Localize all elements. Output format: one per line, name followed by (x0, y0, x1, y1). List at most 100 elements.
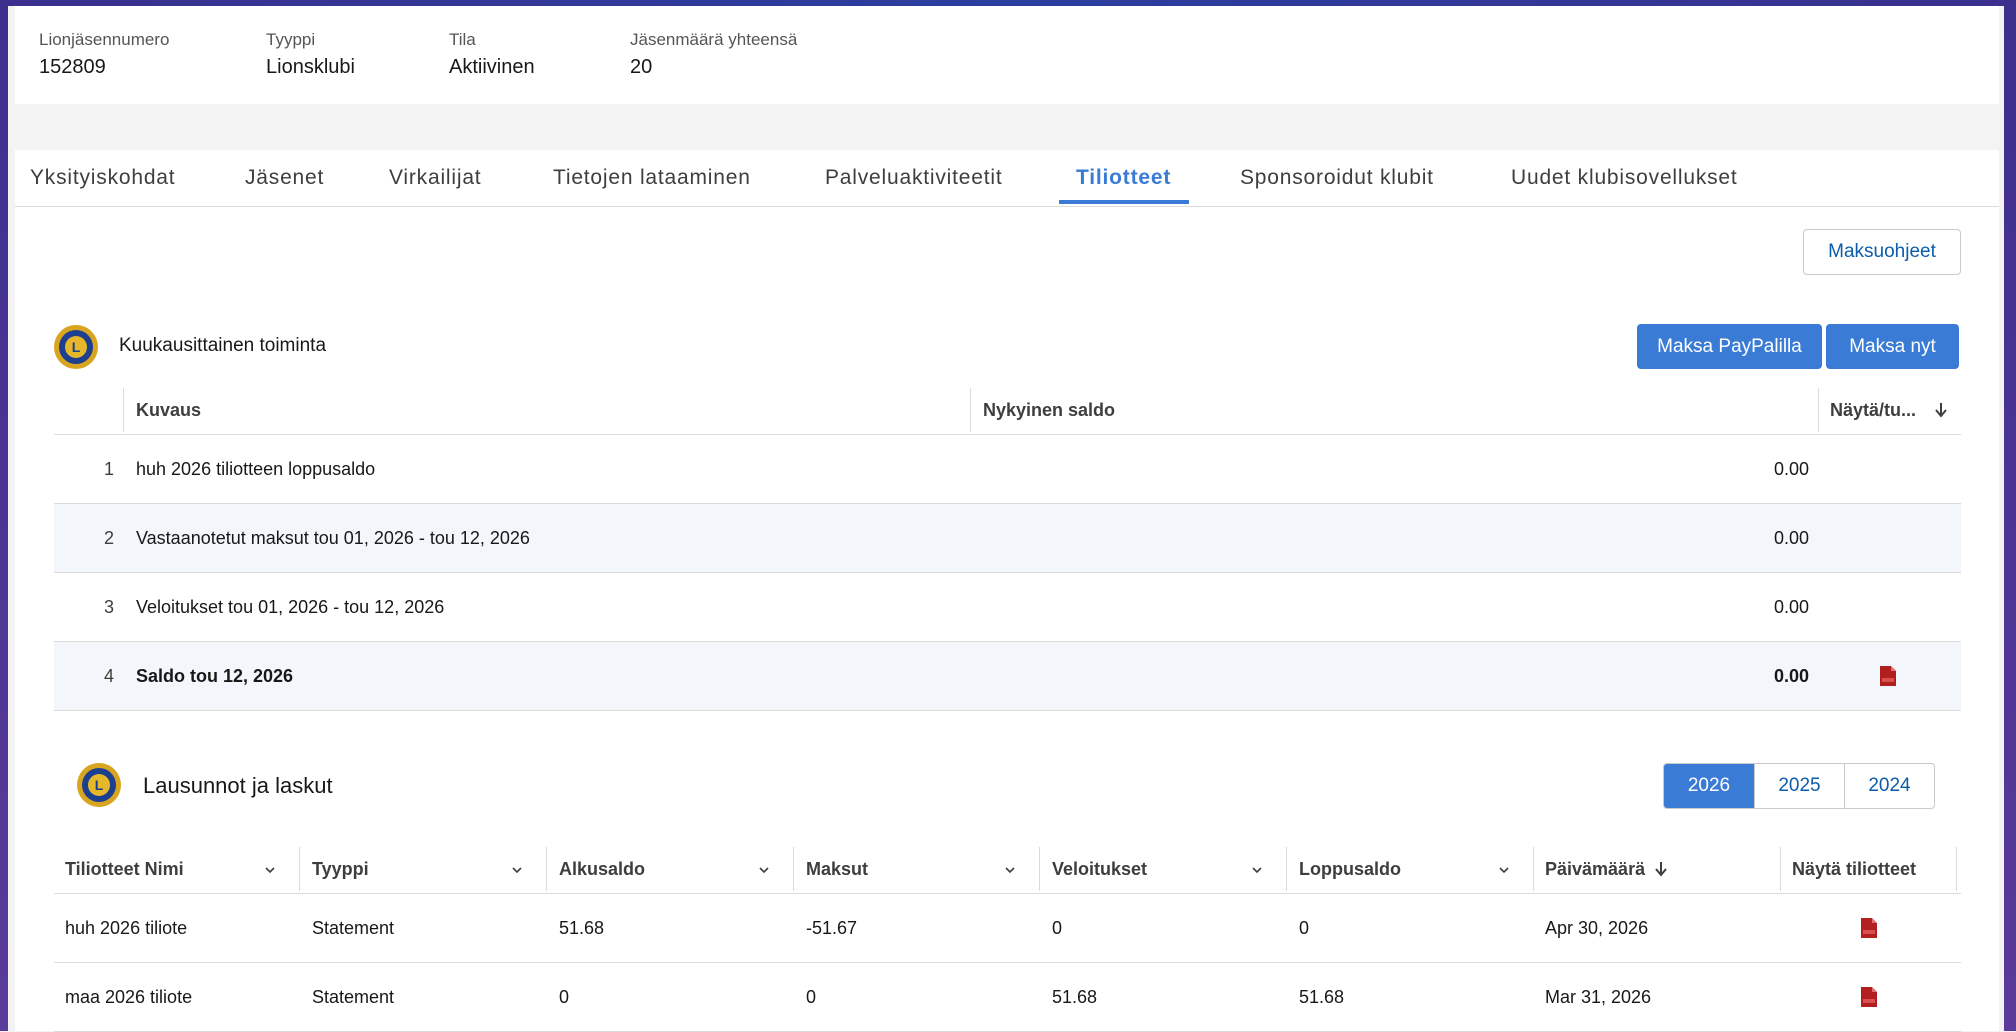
statement-date: Mar 31, 2026 (1545, 987, 1652, 1007)
column-divider (1956, 847, 1957, 891)
field-label: Tila (449, 30, 476, 49)
row-number: 4 (103, 666, 114, 686)
chevron-down-icon[interactable] (512, 865, 522, 875)
column-divider (1818, 388, 1819, 432)
pay-now-button[interactable]: Maksa nyt (1826, 324, 1959, 369)
field-value: Lionsklubi (266, 56, 355, 78)
statement-name: maa 2026 tiliote (65, 987, 193, 1007)
window-frame-right (2004, 0, 2016, 1031)
table-row: maa 2026 tiliote Statement 0 0 51.68 51.… (54, 963, 1961, 1032)
statements-table-header: Tiliotteet Nimi Tyyppi Alkusaldo Maksut … (54, 845, 1961, 894)
tab-new-club-applications[interactable]: Uudet klubisovellukset (1511, 166, 1738, 190)
column-type[interactable]: Tyyppi (312, 859, 369, 880)
row-amount: 0.00 (1773, 597, 1809, 617)
pdf-file-icon[interactable] (1861, 987, 1877, 1007)
tab-bar: Yksityiskohdat Jäsenet Virkailijat Tieto… (15, 150, 1999, 207)
tab-statements[interactable]: Tiliotteet (1076, 166, 1171, 190)
table-row: 3 Veloitukset tou 01, 2026 - tou 12, 202… (54, 573, 1961, 642)
tab-data-download[interactable]: Tietojen lataaminen (553, 166, 751, 190)
table-row: 2 Vastaanotetut maksut tou 01, 2026 - to… (54, 504, 1961, 573)
row-amount: 0.00 (1773, 666, 1809, 686)
column-view-statements[interactable]: Näytä tiliotteet (1792, 859, 1916, 880)
row-number: 1 (103, 459, 114, 479)
field-status: Tila Aktiivinen (449, 30, 535, 79)
row-description: Veloitukset tou 01, 2026 - tou 12, 2026 (136, 597, 445, 617)
year-button-2026[interactable]: 2026 (1664, 764, 1754, 808)
statement-charges: 0 (1052, 918, 1063, 938)
column-opening-balance[interactable]: Alkusaldo (559, 859, 645, 880)
statement-opening-balance: 0 (559, 987, 570, 1007)
table-row: 1 huh 2026 tiliotteen loppusaldo 0.00 (54, 435, 1961, 504)
column-divider (299, 847, 300, 891)
window-frame-left (0, 0, 8, 1031)
statement-closing-balance: 51.68 (1299, 987, 1345, 1007)
club-header: Lionjäsennumero 152809 Tyyppi Lionsklubi… (15, 6, 1999, 104)
row-amount: 0.00 (1773, 459, 1809, 479)
tab-sponsored-clubs[interactable]: Sponsoroidut klubit (1240, 166, 1434, 190)
svg-text:L: L (72, 339, 81, 355)
svg-text:L: L (95, 777, 104, 793)
column-current-balance[interactable]: Nykyinen saldo (983, 400, 1115, 421)
arrow-down-icon (1655, 862, 1667, 877)
row-number: 3 (103, 597, 114, 617)
row-amount: 0.00 (1773, 528, 1809, 548)
row-number: 2 (103, 528, 114, 548)
row-description: Saldo tou 12, 2026 (136, 666, 294, 686)
tab-members[interactable]: Jäsenet (245, 166, 324, 190)
column-description[interactable]: Kuvaus (136, 400, 201, 421)
table-row: huh 2026 tiliote Statement 51.68 -51.67 … (54, 894, 1961, 963)
tab-officers[interactable]: Virkailijat (389, 166, 481, 190)
column-date[interactable]: Päivämäärä (1545, 859, 1645, 880)
payment-instructions-button[interactable]: Maksuohjeet (1803, 229, 1961, 275)
field-value: 152809 (39, 56, 106, 78)
column-divider (546, 847, 547, 891)
chevron-down-icon[interactable] (1252, 865, 1262, 875)
statement-opening-balance: 51.68 (559, 918, 605, 938)
statement-closing-balance: 0 (1299, 918, 1310, 938)
pdf-file-icon[interactable] (1861, 918, 1877, 938)
pay-with-paypal-button[interactable]: Maksa PayPalilla (1637, 324, 1822, 369)
year-selector: 2026 2025 2024 (1663, 763, 1935, 809)
statement-payments: -51.67 (806, 918, 858, 938)
field-label: Tyyppi (266, 30, 316, 49)
monthly-activity-title: Kuukausittainen toiminta (119, 335, 327, 356)
monthly-table-header: Kuvaus Nykyinen saldo Näytä/tu... (54, 386, 1961, 435)
column-statement-name[interactable]: Tiliotteet Nimi (65, 859, 184, 880)
chevron-down-icon[interactable] (759, 865, 769, 875)
column-view-download[interactable]: Näytä/tu... (1830, 400, 1916, 421)
column-divider (1533, 847, 1534, 891)
statement-payments: 0 (806, 987, 817, 1007)
column-divider (793, 847, 794, 891)
column-charges[interactable]: Veloitukset (1052, 859, 1147, 880)
tab-service-activities[interactable]: Palveluaktiviteetit (825, 166, 1002, 190)
statements-title: Lausunnot ja laskut (143, 773, 333, 798)
statement-date: Apr 30, 2026 (1545, 918, 1649, 938)
table-row: 4 Saldo tou 12, 2026 0.00 (54, 642, 1961, 711)
field-value: Aktiivinen (449, 56, 535, 78)
column-divider (1039, 847, 1040, 891)
chevron-down-icon[interactable] (1499, 865, 1509, 875)
pdf-file-icon[interactable] (1880, 666, 1896, 686)
active-tab-indicator (1059, 200, 1189, 204)
statement-type: Statement (312, 987, 395, 1007)
year-button-2025[interactable]: 2025 (1754, 764, 1844, 808)
tab-details[interactable]: Yksityiskohdat (30, 166, 175, 190)
row-description: Vastaanotetut maksut tou 01, 2026 - tou … (136, 528, 530, 548)
chevron-down-icon[interactable] (1005, 865, 1015, 875)
arrow-down-icon (1935, 403, 1947, 418)
field-value: 20 (630, 56, 653, 78)
column-divider (970, 388, 971, 432)
year-button-2024[interactable]: 2024 (1844, 764, 1934, 808)
lions-logo-icon: L (77, 763, 121, 807)
statement-charges: 51.68 (1052, 987, 1098, 1007)
statement-type: Statement (312, 918, 395, 938)
chevron-down-icon[interactable] (265, 865, 275, 875)
column-divider (123, 388, 124, 432)
column-payments[interactable]: Maksut (806, 859, 868, 880)
field-member-number: Lionjäsennumero 152809 (39, 30, 169, 79)
column-closing-balance[interactable]: Loppusaldo (1299, 859, 1401, 880)
field-type: Tyyppi Lionsklubi (266, 30, 355, 79)
field-member-count: Jäsenmäärä yhteensä 20 (630, 30, 797, 79)
lions-logo-icon: L (54, 325, 98, 369)
statement-name: huh 2026 tiliote (65, 918, 188, 938)
